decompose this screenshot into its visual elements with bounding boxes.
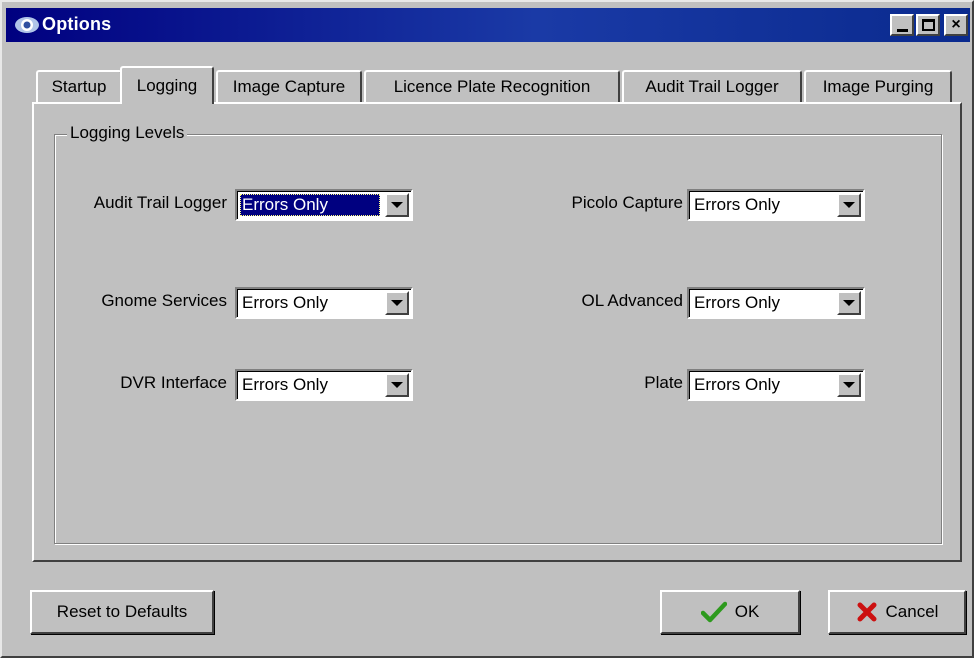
dvr-interface-label: DVR Interface	[120, 373, 227, 392]
minimize-icon	[896, 28, 908, 32]
ol-advanced-label: OL Advanced	[581, 291, 683, 310]
minimize-button[interactable]	[890, 14, 914, 36]
options-dialog: Options × Logging Levels Audit Trail Log…	[0, 0, 974, 658]
plate-select[interactable]: Errors Only	[687, 369, 865, 401]
chevron-down-icon	[391, 382, 403, 388]
maximize-button[interactable]	[916, 14, 940, 36]
tab-strip: Startup Logging Image Capture Licence Pl…	[32, 66, 962, 104]
chevron-down-icon	[843, 300, 855, 306]
dropdown-button[interactable]	[385, 291, 409, 315]
checkmark-icon	[700, 601, 727, 623]
tab-audit-trail-logger[interactable]: Audit Trail Logger	[622, 70, 802, 102]
ol-advanced-select[interactable]: Errors Only	[687, 287, 865, 319]
reset-label: Reset to Defaults	[56, 602, 188, 621]
combo-value: Errors Only	[694, 375, 780, 394]
dropdown-button[interactable]	[837, 193, 861, 217]
close-button[interactable]: ×	[944, 14, 968, 36]
ok-label: OK	[734, 602, 760, 621]
chevron-down-icon	[391, 202, 403, 208]
combo-value: Errors Only	[694, 195, 780, 214]
audit-trail-logger-select[interactable]: Errors Only	[235, 189, 413, 221]
tab-image-capture[interactable]: Image Capture	[216, 70, 362, 102]
tab-logging[interactable]: Logging	[120, 66, 214, 104]
gnome-services-select[interactable]: Errors Only	[235, 287, 413, 319]
dropdown-button[interactable]	[837, 291, 861, 315]
combo-value: Errors Only	[694, 293, 780, 312]
combo-value: Errors Only	[242, 375, 328, 394]
plate-label: Plate	[644, 373, 683, 392]
tab-panel-logging: Logging Levels Audit Trail Logger Errors…	[32, 102, 962, 562]
dvr-interface-select[interactable]: Errors Only	[235, 369, 413, 401]
cancel-x-icon	[856, 601, 878, 623]
app-eye-icon	[15, 17, 39, 33]
close-icon: ×	[951, 16, 961, 33]
picolo-capture-label: Picolo Capture	[571, 193, 683, 212]
combo-value: Errors Only	[240, 194, 380, 216]
chevron-down-icon	[843, 382, 855, 388]
cancel-label: Cancel	[885, 602, 939, 621]
tab-startup[interactable]: Startup	[36, 70, 122, 102]
reset-to-defaults-button[interactable]: Reset to Defaults	[30, 590, 214, 634]
window-title: Options	[42, 14, 112, 34]
dropdown-button[interactable]	[837, 373, 861, 397]
tab-licence-plate-recognition[interactable]: Licence Plate Recognition	[364, 70, 620, 102]
dropdown-button[interactable]	[385, 193, 409, 217]
chevron-down-icon	[843, 202, 855, 208]
audit-trail-logger-label: Audit Trail Logger	[93, 193, 227, 212]
title-bar[interactable]: Options ×	[6, 8, 970, 42]
dropdown-button[interactable]	[385, 373, 409, 397]
combo-value: Errors Only	[242, 293, 328, 312]
ok-button[interactable]: OK	[660, 590, 800, 634]
maximize-icon	[921, 19, 935, 31]
group-title: Logging Levels	[67, 123, 188, 143]
logging-levels-group: Logging Levels Audit Trail Logger Errors…	[54, 123, 942, 544]
chevron-down-icon	[391, 300, 403, 306]
picolo-capture-select[interactable]: Errors Only	[687, 189, 865, 221]
gnome-services-label: Gnome Services	[101, 291, 227, 310]
tab-image-purging[interactable]: Image Purging	[804, 70, 952, 102]
cancel-button[interactable]: Cancel	[828, 590, 966, 634]
